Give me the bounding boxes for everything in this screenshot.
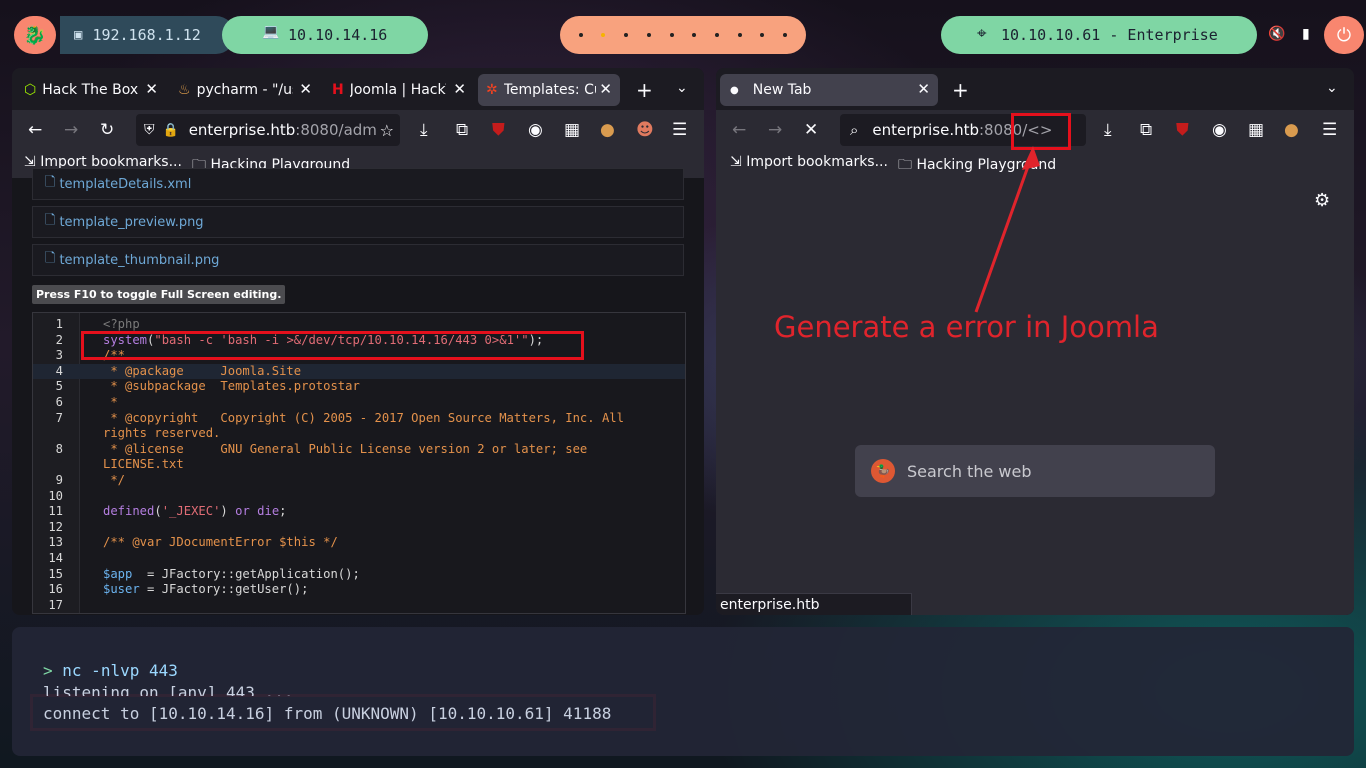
terminal-output-line: connect to [10.10.14.16] from (UNKNOWN) … — [43, 704, 612, 723]
prompt-symbol: > — [43, 661, 53, 680]
terminal-output-line: listening on [any] 443 ... — [43, 683, 294, 696]
annotation-text: Generate a error in Joomla — [774, 310, 1159, 344]
terminal-command: nc -nlvp 443 — [62, 661, 178, 680]
terminal-command-line: > nc -nlvp 443 — [43, 661, 178, 680]
terminal-window[interactable]: > nc -nlvp 443 listening on [any] 443 ..… — [12, 627, 1354, 756]
